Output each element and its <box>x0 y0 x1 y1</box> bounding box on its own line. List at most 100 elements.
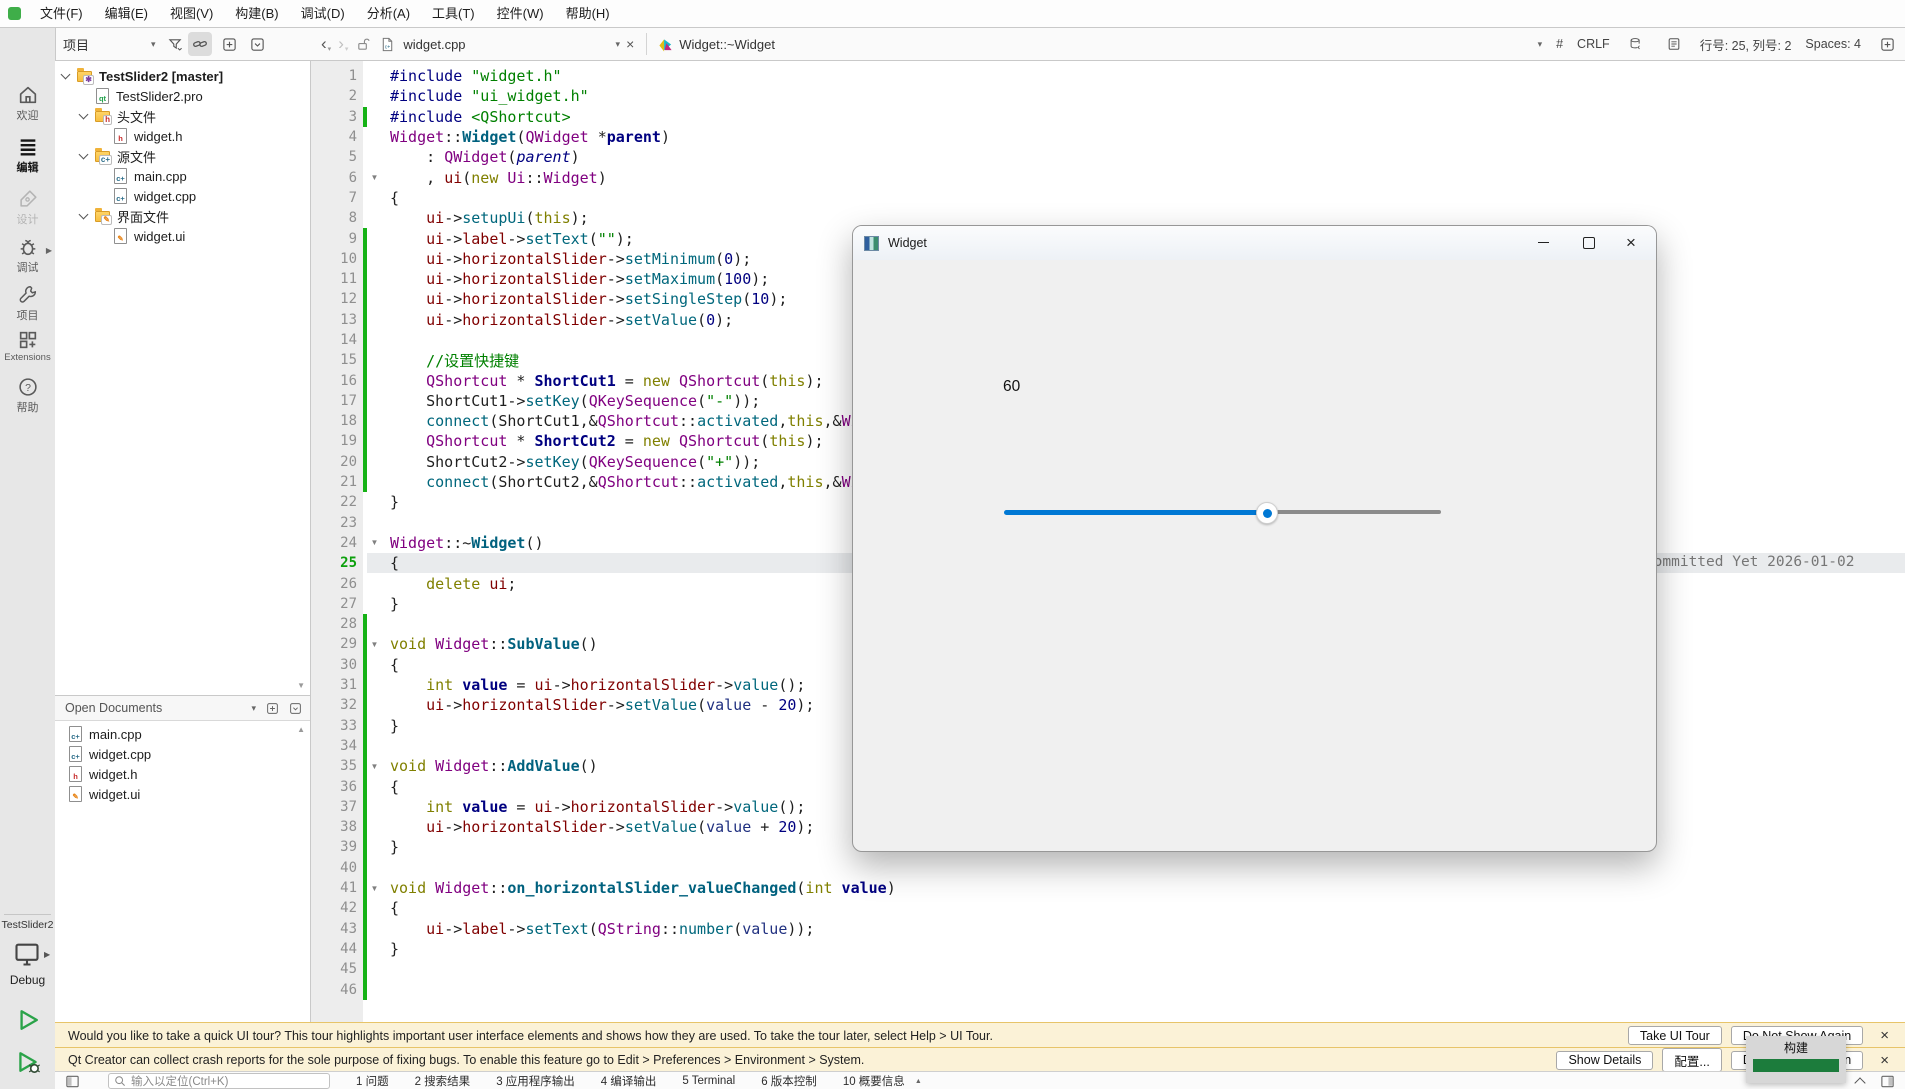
code-line[interactable]: 45 <box>311 959 1004 980</box>
slider-handle[interactable] <box>1256 502 1279 524</box>
output-panes-caret-icon[interactable]: ▲ <box>915 1078 922 1085</box>
code-line[interactable]: 3 #include <QShortcut> <box>311 106 1004 127</box>
line-column-indicator[interactable]: 行号: 25, 列号: 2 <box>1700 35 1792 54</box>
eol-indicator[interactable]: CRLF <box>1577 37 1610 51</box>
menu-item[interactable]: 构建(B) <box>224 1 289 27</box>
filter-icon[interactable] <box>164 32 188 56</box>
code-line[interactable]: 5 : QWidget(parent) <box>311 147 1004 167</box>
code-line[interactable]: 40 <box>311 857 1004 878</box>
notification-close-icon[interactable]: × <box>1872 1027 1897 1044</box>
menu-item[interactable]: 分析(A) <box>356 1 421 27</box>
output-pane-3[interactable]: 3 应用程序输出 <box>496 1073 575 1089</box>
menu-item[interactable]: 调试(D) <box>290 1 356 27</box>
menu-item[interactable]: 工具(T) <box>421 1 486 27</box>
mode-debug[interactable]: 调试 ▶ <box>0 236 55 275</box>
code-line[interactable]: 4 Widget::Widget(QWidget *parent) <box>311 127 1004 147</box>
run-button[interactable] <box>14 1006 42 1034</box>
indent-indicator[interactable]: Spaces: 4 <box>1805 37 1861 51</box>
tree-item-widget.h[interactable]: h widget.h <box>55 126 310 146</box>
panel-split-icon[interactable] <box>266 702 279 715</box>
mode-edit[interactable]: 编辑 <box>0 136 55 175</box>
close-document-icon[interactable]: × <box>620 36 640 52</box>
notification-button-show-details[interactable]: Show Details <box>1556 1050 1654 1070</box>
output-pane-10[interactable]: 10 概要信息 <box>843 1073 905 1089</box>
document-properties-icon[interactable] <box>1662 32 1686 56</box>
output-pane-2[interactable]: 2 搜索结果 <box>415 1073 471 1089</box>
collapse-all-icon[interactable] <box>246 32 270 56</box>
tree-item-TestSlider2-master-[interactable]: ✱ TestSlider2 [master] <box>55 66 310 86</box>
open-document-widget.ui[interactable]: ✎ widget.ui <box>55 784 298 804</box>
debug-flyout-icon[interactable]: ▶ <box>46 246 52 255</box>
tree-item-widget.cpp[interactable]: c+ widget.cpp <box>55 186 310 206</box>
output-pane-1[interactable]: 1 问题 <box>356 1073 389 1089</box>
fold-marker-icon[interactable]: ▼ <box>367 762 382 771</box>
open-document-main.cpp[interactable]: c+ main.cpp <box>55 724 298 744</box>
widget-app-window[interactable]: Widget × 60 <box>852 225 1657 852</box>
code-line[interactable]: 44} <box>311 938 1004 960</box>
close-button[interactable]: × <box>1610 226 1652 259</box>
menu-item[interactable]: 编辑(E) <box>94 1 159 27</box>
fold-marker-icon[interactable]: ▼ <box>367 538 382 547</box>
output-pane-6[interactable]: 6 版本控制 <box>761 1073 817 1089</box>
notification-close-icon[interactable]: × <box>1872 1052 1897 1069</box>
code-line[interactable]: 43 ui->label->setText(QString::number(va… <box>311 918 1004 939</box>
tree-item-源文件[interactable]: c+ 源文件 <box>55 146 310 166</box>
split-editor-icon[interactable] <box>1875 32 1899 56</box>
notification-button-配置-[interactable]: 配置... <box>1662 1048 1722 1072</box>
panel-close-icon[interactable] <box>289 702 302 715</box>
kit-build-config[interactable]: Debug <box>0 973 55 987</box>
mode-extensions[interactable]: Extensions <box>0 329 55 363</box>
mode-projects[interactable]: 项目 <box>0 284 55 323</box>
expand-chevron-icon[interactable] <box>78 149 89 159</box>
menu-item[interactable]: 视图(V) <box>159 1 224 27</box>
expand-chevron-icon[interactable] <box>60 69 71 79</box>
slider-filled-track[interactable] <box>1004 509 1267 515</box>
code-line[interactable]: 7{ <box>311 188 1004 208</box>
output-pane-5[interactable]: 5 Terminal <box>682 1075 735 1087</box>
menu-item[interactable]: 控件(W) <box>486 1 555 27</box>
tree-item-界面文件[interactable]: ✎ 界面文件 <box>55 206 310 226</box>
code-line[interactable]: 46 <box>311 979 1004 1000</box>
fold-marker-icon[interactable]: ▼ <box>367 884 382 893</box>
code-line[interactable]: 6 ▼ , ui(new Ui::Widget) <box>311 167 1004 187</box>
symbol-combobox[interactable]: Widget::~Widget <box>679 37 775 52</box>
macro-indicator[interactable]: # <box>1556 37 1563 51</box>
document-combobox[interactable]: widget.cpp <box>403 37 465 52</box>
tree-item-main.cpp[interactable]: c+ main.cpp <box>55 166 310 186</box>
project-combobox[interactable]: 项目 <box>63 35 89 54</box>
expand-all-icon[interactable] <box>218 32 242 56</box>
locator-input[interactable]: 输入以定位(Ctrl+K) <box>108 1073 330 1089</box>
chevron-down-icon[interactable]: ▾ <box>151 39 156 50</box>
expand-chevron-icon[interactable] <box>78 209 89 219</box>
docs-scroll-up-icon[interactable]: ▲ <box>297 725 305 734</box>
expand-chevron-icon[interactable] <box>78 109 89 119</box>
maximize-button[interactable] <box>1568 226 1610 259</box>
slider-empty-track[interactable] <box>1266 510 1441 514</box>
notification-button-take-ui-tour[interactable]: Take UI Tour <box>1627 1026 1722 1045</box>
mode-help[interactable]: ? 帮助 <box>0 376 55 415</box>
tree-item-widget.ui[interactable]: ✎ widget.ui <box>55 226 310 246</box>
fold-marker-icon[interactable]: ▼ <box>367 640 382 649</box>
encoding-icon[interactable] <box>1624 32 1648 56</box>
toggle-left-sidebar-icon[interactable] <box>65 1074 80 1089</box>
tree-item-TestSlider2.pro[interactable]: qt TestSlider2.pro <box>55 86 310 106</box>
panel-chevron-down-icon[interactable]: ▾ <box>251 703 256 714</box>
menu-item[interactable]: 文件(F) <box>29 1 94 27</box>
minimize-button[interactable] <box>1522 226 1564 259</box>
menu-item[interactable]: 帮助(H) <box>555 1 621 27</box>
code-line[interactable]: 2 #include "ui_widget.h" <box>311 86 1004 106</box>
mode-home[interactable]: 欢迎 <box>0 84 55 123</box>
code-line[interactable]: 42 { <box>311 898 1004 919</box>
unlock-icon[interactable] <box>351 32 375 56</box>
fold-marker-icon[interactable]: ▼ <box>367 173 382 182</box>
open-document-widget.h[interactable]: h widget.h <box>55 764 298 784</box>
symbol-list-chevron-icon[interactable]: ▾ <box>1538 39 1543 50</box>
expand-output-icon[interactable] <box>1854 1077 1866 1089</box>
output-pane-4[interactable]: 4 编译输出 <box>601 1073 657 1089</box>
tree-item-头文件[interactable]: h 头文件 <box>55 106 310 126</box>
widget-title-bar[interactable]: Widget × <box>853 226 1656 260</box>
code-line[interactable]: 41 ▼ void Widget::on_horizontalSlider_valu… <box>311 877 1004 899</box>
code-line[interactable]: 1 #include "widget.h" <box>311 66 1004 86</box>
link-with-editor-icon[interactable] <box>187 32 212 56</box>
debug-run-button[interactable] <box>14 1048 42 1076</box>
